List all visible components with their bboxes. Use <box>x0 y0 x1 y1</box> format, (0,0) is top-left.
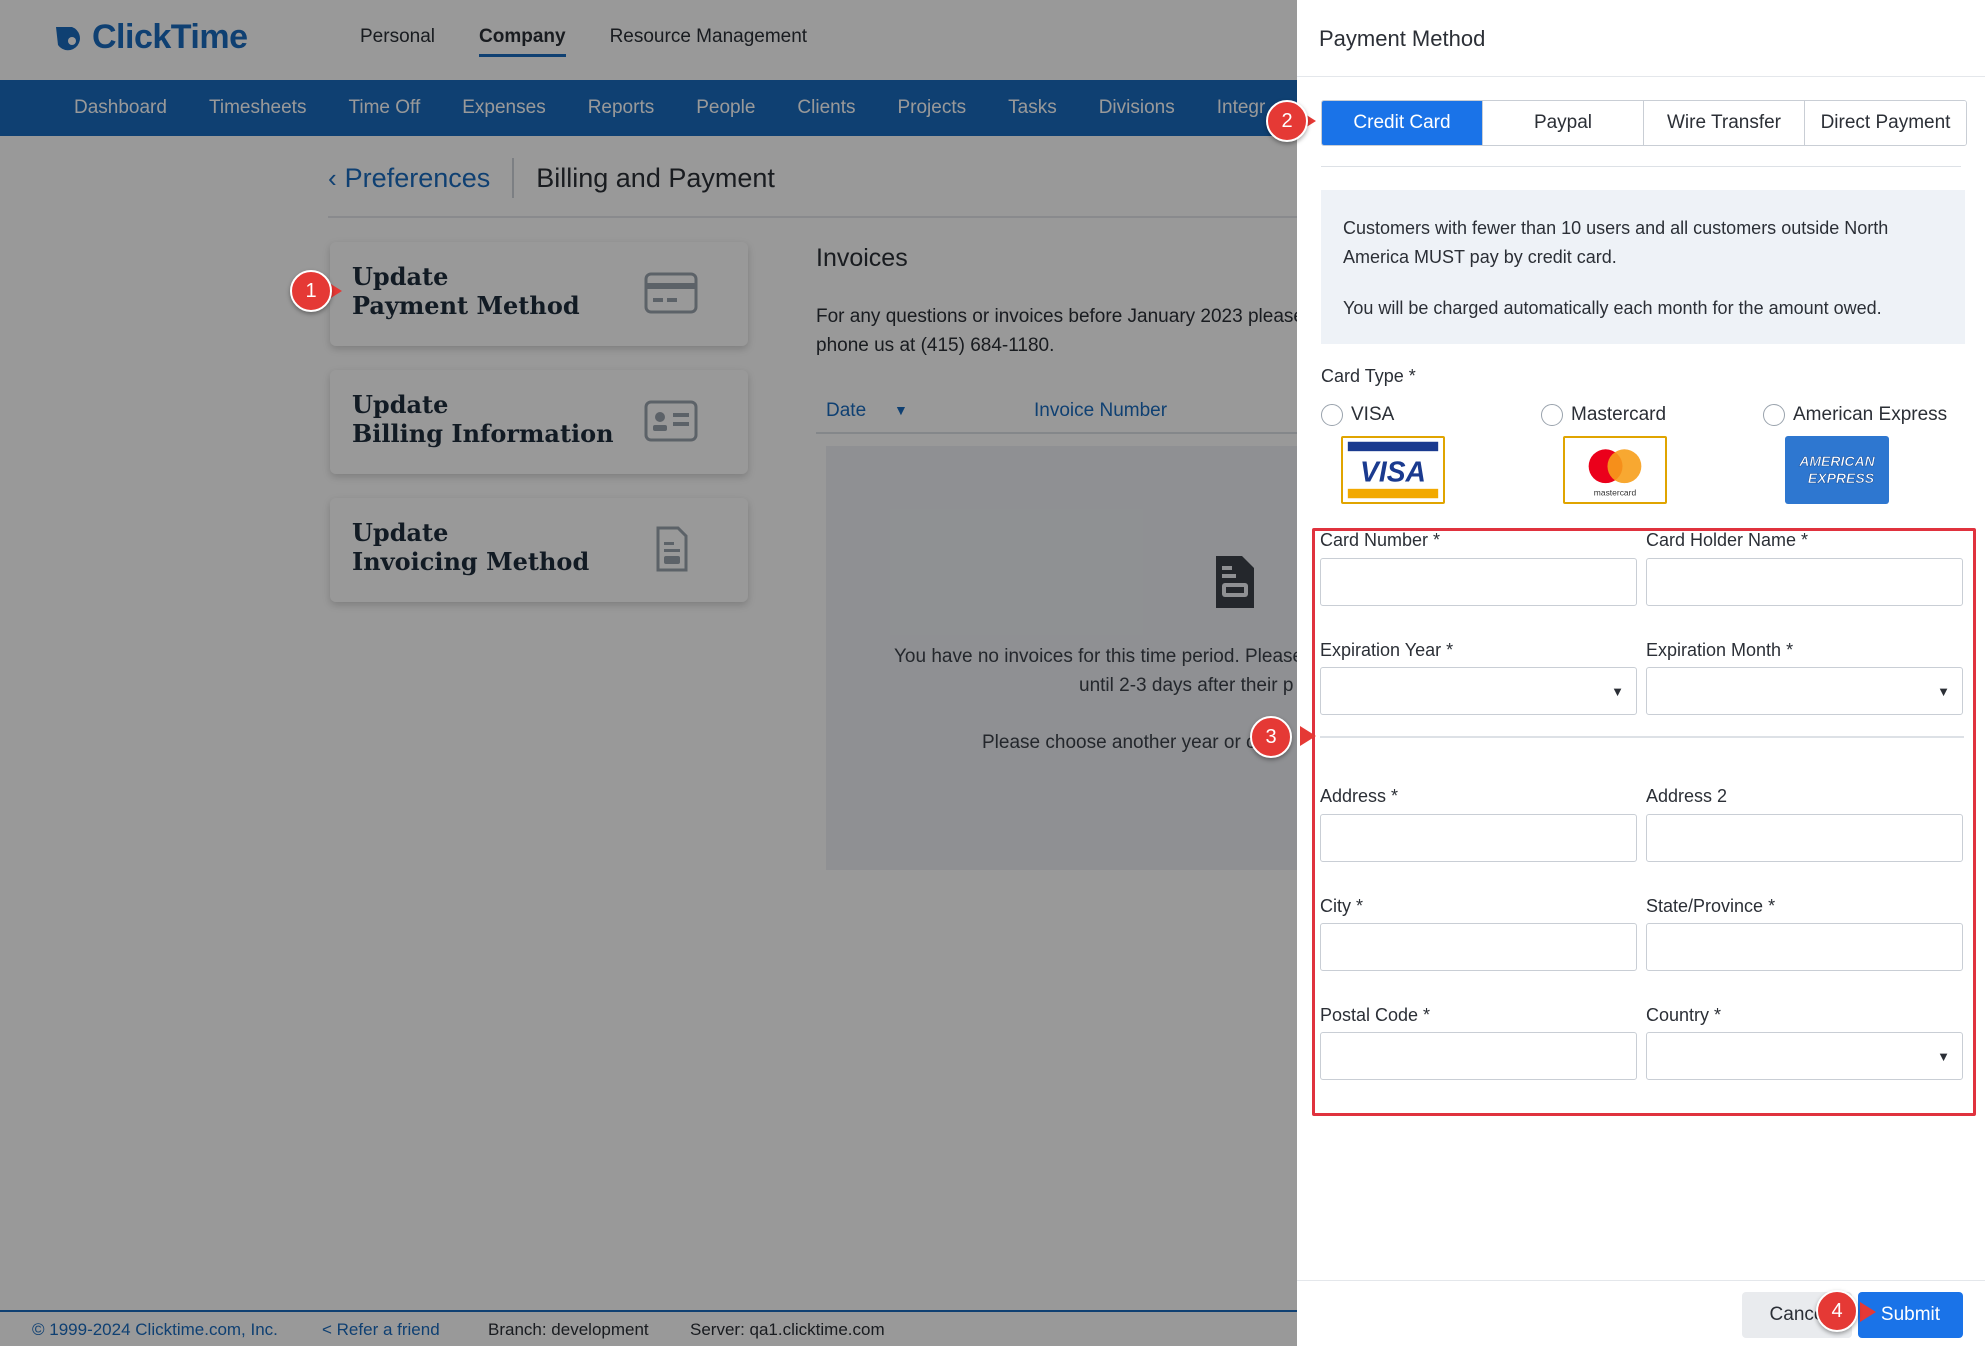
country-label: Country * <box>1646 1005 1722 1025</box>
tabs-divider <box>1321 166 1961 167</box>
callout-3: 3 <box>1250 716 1292 758</box>
visa-radio[interactable] <box>1321 404 1343 426</box>
amex-radio[interactable] <box>1763 404 1785 426</box>
address-input[interactable] <box>1320 814 1637 862</box>
card-holder-input[interactable] <box>1646 558 1963 606</box>
callout-4: 4 <box>1816 1290 1858 1332</box>
expiration-month-select[interactable]: ▼ <box>1646 667 1963 715</box>
payment-type-tabs: Credit Card Paypal Wire Transfer Direct … <box>1321 100 1967 146</box>
address2-input[interactable] <box>1646 814 1963 862</box>
dropdown-caret-icon: ▼ <box>1611 684 1624 699</box>
card-number-label: Card Number * <box>1320 530 1441 550</box>
callout-1: 1 <box>290 270 332 312</box>
tab-direct-payment[interactable]: Direct Payment <box>1805 101 1966 145</box>
state-province-label: State/Province * <box>1646 896 1776 916</box>
postal-code-input[interactable] <box>1320 1032 1637 1080</box>
dropdown-caret-icon: ▼ <box>1937 684 1950 699</box>
amex-label: American Express <box>1793 404 1948 425</box>
mastercard-radio[interactable] <box>1541 404 1563 426</box>
country-select[interactable]: ▼ <box>1646 1032 1963 1080</box>
visa-logo-icon: VISA <box>1341 436 1445 504</box>
address-label: Address * <box>1320 786 1399 806</box>
credit-card-notice: Customers with fewer than 10 users and a… <box>1321 190 1965 344</box>
card-type-label: Card Type * <box>1321 366 1416 386</box>
postal-code-label: Postal Code * <box>1320 1005 1431 1025</box>
dropdown-caret-icon: ▼ <box>1937 1049 1950 1064</box>
tab-paypal[interactable]: Paypal <box>1483 101 1644 145</box>
notice-paragraph-2: You will be charged automatically each m… <box>1343 298 1882 318</box>
notice-paragraph-1: Customers with fewer than 10 users and a… <box>1343 218 1889 267</box>
visa-label: VISA <box>1351 404 1395 425</box>
amex-logo-text-1: AMERICAN <box>1798 453 1875 469</box>
modal-overlay[interactable] <box>0 0 1297 1346</box>
drawer-divider <box>1297 76 1985 77</box>
callout-2: 2 <box>1266 100 1308 142</box>
callout-3-pointer <box>1300 726 1316 746</box>
amex-logo-icon: AMERICAN EXPRESS <box>1785 436 1889 504</box>
callout-4-pointer <box>1860 1302 1876 1322</box>
card-type-visa-option[interactable]: VISA <box>1321 404 1394 426</box>
card-type-amex-option[interactable]: American Express <box>1763 404 1947 426</box>
form-section-divider <box>1320 736 1964 738</box>
card-type-mastercard-option[interactable]: Mastercard <box>1541 404 1666 426</box>
city-label: City * <box>1320 896 1364 916</box>
expiration-year-select[interactable]: ▼ <box>1320 667 1637 715</box>
mastercard-label: Mastercard <box>1571 404 1667 425</box>
card-number-input[interactable] <box>1320 558 1637 606</box>
tab-credit-card[interactable]: Credit Card <box>1322 101 1483 145</box>
drawer-footer-divider <box>1297 1280 1985 1281</box>
card-holder-label: Card Holder Name * <box>1646 530 1809 550</box>
mastercard-logo-text: mastercard <box>1594 487 1637 497</box>
visa-logo-text: VISA <box>1360 455 1426 487</box>
amex-logo-text-2: EXPRESS <box>1808 470 1875 486</box>
expiration-month-label: Expiration Month * <box>1646 640 1794 660</box>
expiration-year-label: Expiration Year * <box>1320 640 1454 660</box>
drawer-title: Payment Method <box>1319 26 1486 51</box>
city-input[interactable] <box>1320 923 1637 971</box>
state-province-input[interactable] <box>1646 923 1963 971</box>
address2-label: Address 2 <box>1646 786 1728 806</box>
tab-wire-transfer[interactable]: Wire Transfer <box>1644 101 1805 145</box>
mastercard-logo-icon: mastercard <box>1563 436 1667 504</box>
